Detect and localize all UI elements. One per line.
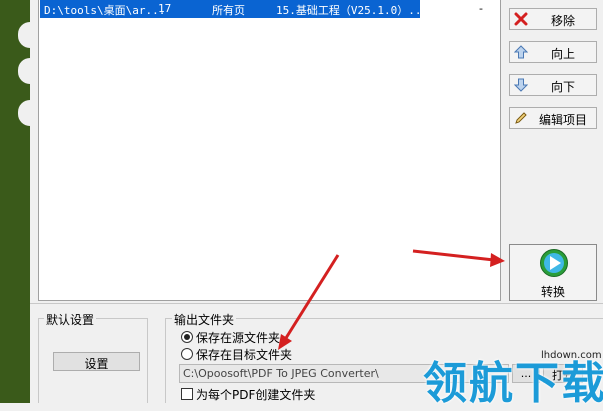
background-sidebar xyxy=(0,0,30,403)
save-in-target-radio[interactable]: 保存在目标文件夹 xyxy=(181,346,292,363)
convert-label: 转换 xyxy=(540,285,565,299)
row-page-range: 所有页 xyxy=(212,4,245,17)
convert-button[interactable]: 转换 xyxy=(509,244,597,301)
down-arrow-icon xyxy=(514,78,528,92)
settings-button-label: 设置 xyxy=(84,357,109,371)
file-list[interactable]: D:\tools\桌面\ar... 17 所有页 15.基础工程（V25.1.0… xyxy=(38,0,501,301)
move-down-button[interactable]: 向下 xyxy=(509,74,597,96)
settings-button[interactable]: 设置 xyxy=(53,352,140,371)
radio-dot xyxy=(181,348,193,360)
output-path-value: C:\Opoosoft\PDF To JPEG Converter\ xyxy=(183,367,379,380)
remove-button[interactable]: 移除 xyxy=(509,8,597,30)
save-in-source-label: 保存在源文件夹 xyxy=(196,331,281,345)
remove-button-label: 移除 xyxy=(550,14,575,28)
checkbox-box xyxy=(181,388,193,400)
row-name: 15.基础工程（V25.1.0）... xyxy=(276,4,429,17)
row-extra-cell: - xyxy=(479,2,483,15)
save-in-source-radio[interactable]: 保存在源文件夹 xyxy=(181,329,280,346)
default-settings-title: 默认设置 xyxy=(44,311,97,328)
watermark-url: lhdown.com xyxy=(541,350,602,361)
sidebar-notch xyxy=(18,100,30,126)
red-x-icon xyxy=(514,12,528,26)
table-row[interactable]: D:\tools\桌面\ar... 17 所有页 15.基础工程（V25.1.0… xyxy=(40,0,428,18)
row-pages-count: 17 xyxy=(158,2,172,15)
move-down-label: 向下 xyxy=(550,80,575,94)
sidebar-notch xyxy=(18,58,30,84)
green-play-icon xyxy=(540,249,568,277)
divider xyxy=(30,303,603,304)
create-folder-checkbox[interactable]: 为每个PDF创建文件夹 xyxy=(181,386,315,403)
sidebar-notch xyxy=(18,22,30,48)
pencil-icon xyxy=(515,112,527,124)
radio-dot xyxy=(181,331,193,343)
save-in-target-label: 保存在目标文件夹 xyxy=(196,348,293,362)
create-folder-label: 为每个PDF创建文件夹 xyxy=(196,388,316,402)
edit-item-label: 编辑项目 xyxy=(538,113,587,127)
move-up-label: 向上 xyxy=(550,47,575,61)
move-up-button[interactable]: 向上 xyxy=(509,41,597,63)
output-folder-title: 输出文件夹 xyxy=(172,311,237,328)
edit-item-button[interactable]: 编辑项目 xyxy=(509,107,597,129)
up-arrow-icon xyxy=(514,45,528,59)
row-path: D:\tools\桌面\ar... xyxy=(44,4,166,17)
watermark: 领航下载 lhdown.com xyxy=(423,343,603,409)
